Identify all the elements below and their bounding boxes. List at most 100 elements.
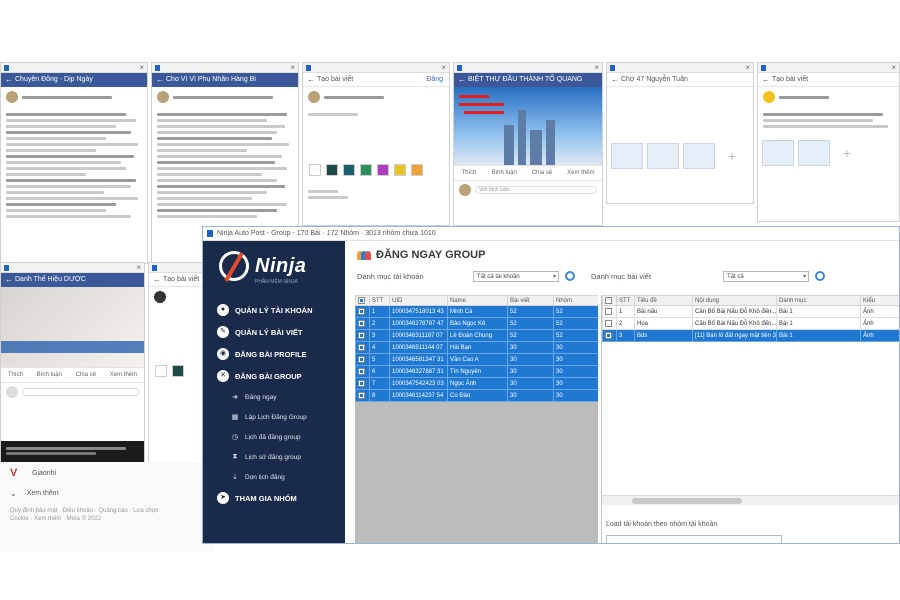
table-row[interactable]: 7 1000347542423 03 Ngọc Ánh 30 30 <box>355 377 598 390</box>
hourglass-icon: ⧗ <box>232 453 238 460</box>
color-swatch[interactable] <box>360 164 372 176</box>
post-text <box>1 107 147 224</box>
chevron-down-icon[interactable]: ⌄ <box>10 489 17 498</box>
refresh-icon[interactable] <box>565 271 575 281</box>
photo-thumbnails: + <box>758 134 899 172</box>
row-checkbox[interactable] <box>358 307 365 315</box>
color-swatch[interactable] <box>343 164 355 176</box>
comment-input[interactable] <box>22 388 139 396</box>
sidebar: Ninja PHẦN MỀM NINJA ● QUẢN LÝ TÀI KHOẢN… <box>203 241 345 543</box>
color-swatch[interactable] <box>326 164 338 176</box>
add-photo-icon[interactable]: + <box>834 140 860 166</box>
row-checkbox[interactable] <box>605 319 612 327</box>
table-row[interactable]: 3 1000346311187 07 Lê Đoàn Chung 52 52 <box>355 329 598 342</box>
see-more-link[interactable]: Xem thêm <box>27 490 59 497</box>
like-button[interactable]: Thích <box>461 170 476 176</box>
more-button[interactable]: Xem thêm <box>110 372 137 378</box>
row-checkbox[interactable] <box>358 367 365 375</box>
submenu-clean[interactable]: ⇣ Dọn lịch đăng <box>203 467 345 487</box>
photo-thumb[interactable] <box>647 143 679 169</box>
select-all-checkbox[interactable] <box>355 295 370 306</box>
row-checkbox[interactable] <box>358 331 365 339</box>
table-row[interactable]: 6 1000346327887 31 Tín Nguyên 30 30 <box>355 365 598 378</box>
clean-icon: ⇣ <box>232 474 238 481</box>
account-category-select[interactable]: Tất cả tài khoản ▾ <box>473 270 559 282</box>
close-icon[interactable]: × <box>290 63 295 73</box>
fb-header: ← Danh Thế Hiệu DƯỢC <box>1 273 144 287</box>
table-row[interactable]: 2 1000346278787 47 Bảo Ngọc Kê 52 52 <box>355 317 598 330</box>
photo-thumb[interactable] <box>611 143 643 169</box>
sidebar-item-account[interactable]: ● QUẢN LÝ TÀI KHOẢN <box>203 299 345 321</box>
close-icon[interactable]: × <box>441 63 446 73</box>
row-checkbox[interactable] <box>358 391 365 399</box>
close-icon[interactable]: × <box>891 63 896 73</box>
close-icon[interactable]: × <box>136 263 141 273</box>
browser-window-1: × ← Chuyên Đông - Dịp Ngày <box>0 62 148 264</box>
share-button[interactable]: Chia sẻ <box>76 372 96 378</box>
row-checkbox[interactable] <box>358 319 365 327</box>
horizontal-scrollbar[interactable] <box>602 495 899 505</box>
add-photo-icon[interactable]: + <box>719 143 745 169</box>
comment-input[interactable]: Viết bình luận <box>475 186 597 194</box>
comment-button[interactable]: Bình luận <box>37 372 62 378</box>
table-row[interactable]: 2 Hoa Cần Bổ Bài Nấu Đỗ Khô đến... Bài 1 Ảnh <box>602 317 899 330</box>
row-checkbox[interactable] <box>605 331 612 339</box>
table-row[interactable]: 1 Bài nấu Cần Bổ Bài Nấu Đỗ Khô đến... Bài … <box>602 305 899 318</box>
sidebar-item-join-group[interactable]: ➤ THAM GIA NHÓM <box>203 487 345 509</box>
color-swatch[interactable] <box>377 164 389 176</box>
table-row[interactable]: 8 1000346114237 54 Cú Đào 30 30 <box>355 389 598 402</box>
back-arrow-icon[interactable]: ← <box>5 73 13 87</box>
color-swatch[interactable] <box>394 164 406 176</box>
browser-window-8: ← Tạo bài viết <box>148 262 208 464</box>
back-arrow-icon[interactable]: ← <box>307 73 315 87</box>
share-button[interactable]: Chia sẻ <box>532 170 552 176</box>
main-content: ĐĂNG NGAY GROUP Danh mục tài khoản Tất c… <box>345 241 899 543</box>
submenu-schedule[interactable]: ▦ Lập Lịch Đăng Group <box>203 407 345 427</box>
app-title-bar: Ninja Auto Post - Group - 170 Bài · 172 … <box>203 227 899 241</box>
sidebar-item-profile-post[interactable]: ◉ ĐĂNG BÀI PROFILE <box>203 343 345 365</box>
color-swatch[interactable] <box>155 365 167 377</box>
more-button[interactable]: Xem thêm <box>567 170 594 176</box>
close-icon[interactable]: × <box>594 63 599 73</box>
refresh-icon[interactable] <box>815 271 825 281</box>
sidebar-item-posts[interactable]: ✎ QUẢN LÝ BÀI VIẾT <box>203 321 345 343</box>
table-row-selected[interactable]: 3 Bds [11] Bán lô đất ngay mặt tiền 30 Bài … <box>602 329 899 342</box>
post-button[interactable]: Đăng <box>426 73 443 87</box>
close-icon[interactable]: × <box>139 63 144 73</box>
submenu-history[interactable]: ⧗ Lịch sử đăng group <box>203 447 345 467</box>
submenu-posted-schedule[interactable]: ◷ Lịch đã đăng group <box>203 427 345 447</box>
like-button[interactable]: Thích <box>8 372 23 378</box>
ninja-app-window: Ninja Auto Post - Group - 170 Bài · 172 … <box>202 226 900 544</box>
photo-thumb[interactable] <box>798 140 830 166</box>
row-checkbox[interactable] <box>358 379 365 387</box>
account-group-select[interactable] <box>606 535 782 543</box>
table-row[interactable]: 5 1000346581347 31 Văn Cao A 30 30 <box>355 353 598 366</box>
page-title: ĐĂNG NGAY GROUP <box>345 241 899 265</box>
color-swatch[interactable] <box>172 365 184 377</box>
submenu-post-now[interactable]: ➜ Đăng ngay <box>203 387 345 407</box>
row-checkbox[interactable] <box>358 355 365 363</box>
back-arrow-icon[interactable]: ← <box>611 73 619 87</box>
background-color-picker <box>303 156 449 184</box>
color-swatch[interactable] <box>411 164 423 176</box>
color-swatch[interactable] <box>309 164 321 176</box>
back-arrow-icon[interactable]: ← <box>5 273 13 287</box>
scrollbar-thumb[interactable] <box>632 498 742 504</box>
table-row[interactable]: 1 1000347518013 43 Minh Cà 52 52 <box>355 305 598 318</box>
photo-thumb[interactable] <box>762 140 794 166</box>
table-row[interactable]: 4 1000346511144 07 Hải Bạn 30 30 <box>355 341 598 354</box>
sidebar-item-group-post[interactable]: ✕ ĐĂNG BÀI GROUP <box>203 365 345 387</box>
row-checkbox[interactable] <box>358 343 365 351</box>
back-arrow-icon[interactable]: ← <box>156 73 164 87</box>
row-checkbox[interactable] <box>605 307 612 315</box>
post-category-select[interactable]: Tất cả ▾ <box>723 270 809 282</box>
select-all-checkbox[interactable] <box>602 295 617 306</box>
photo-thumb[interactable] <box>683 143 715 169</box>
close-icon[interactable]: × <box>745 63 750 73</box>
back-arrow-icon[interactable]: ← <box>153 273 161 287</box>
back-arrow-icon[interactable]: ← <box>458 73 466 87</box>
comment-button[interactable]: Bình luận <box>491 170 516 176</box>
fb-header: ← Cho Vì Vì Phụ Nhãn Hàng Bi <box>152 73 298 87</box>
group-people-icon <box>357 250 371 260</box>
back-arrow-icon[interactable]: ← <box>762 73 770 87</box>
